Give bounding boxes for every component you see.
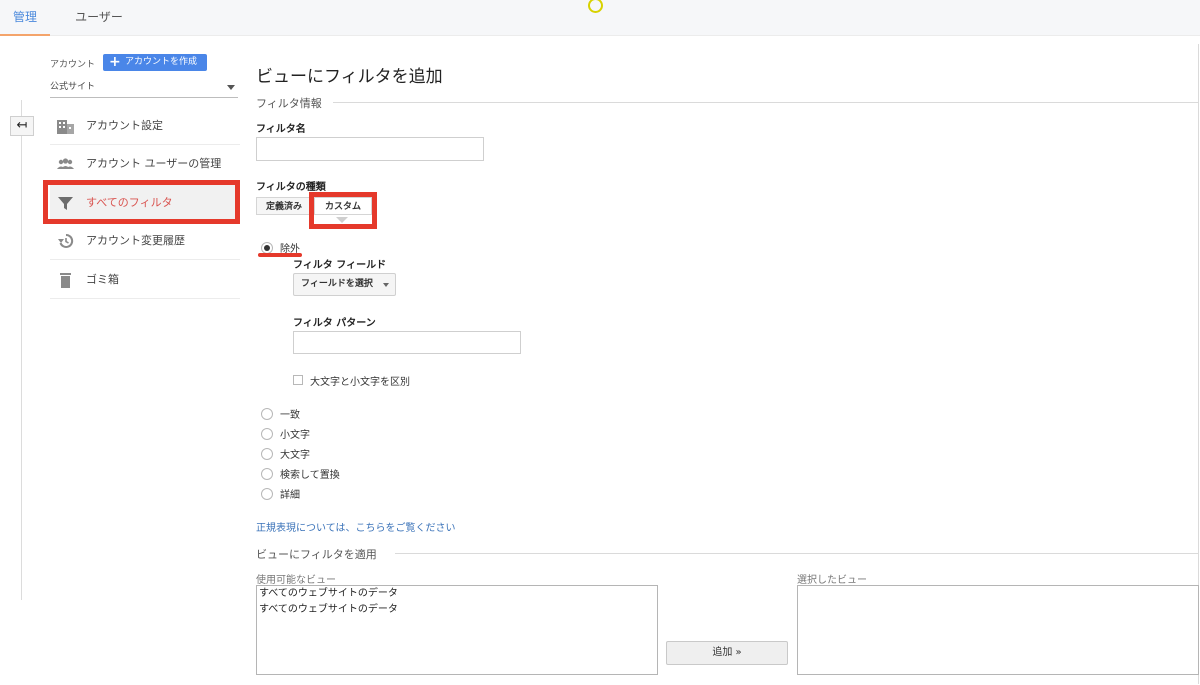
filter-pattern-label: フィルタ パターン: [293, 318, 376, 329]
back-arrow-icon[interactable]: ↤: [10, 116, 34, 136]
radio-label: 一致: [280, 410, 300, 421]
filter-field-select-value: フィールドを選択: [301, 279, 373, 289]
filter-field-label: フィルタ フィールド: [293, 260, 387, 271]
cursor-indicator: [588, 0, 603, 13]
regex-help-link[interactable]: 正規表現については、こちらをご覧ください: [256, 519, 456, 534]
section-filter-info: フィルタ情報: [256, 97, 322, 110]
selected-views-label: 選択したビュー: [797, 575, 867, 586]
account-label: アカウント: [50, 60, 96, 70]
filter-name-label: フィルタ名: [256, 124, 306, 135]
case-sensitive-checkbox[interactable]: [293, 375, 303, 385]
caret-down-icon: [227, 85, 235, 90]
radio-label: 小文字: [280, 430, 310, 441]
sidebar-item-label: ゴミ箱: [86, 273, 119, 286]
list-item[interactable]: すべてのウェブサイトのデータ: [257, 586, 657, 602]
highlight-all-filters: [43, 180, 240, 224]
sidebar-item-label: アカウント変更履歴: [86, 234, 185, 247]
section-divider: [395, 553, 1199, 554]
rail-divider: [21, 100, 22, 600]
add-view-button[interactable]: 追加 »: [666, 641, 788, 665]
trash-icon: [60, 273, 71, 288]
radio-label: 検索して置換: [280, 470, 340, 481]
users-icon: [57, 158, 74, 169]
case-sensitive-label: 大文字と小文字を区別: [310, 377, 410, 388]
radio-search-replace[interactable]: [261, 468, 273, 480]
create-account-label: アカウントを作成: [125, 57, 198, 67]
page-title: ビューにフィルタを追加: [256, 67, 443, 87]
filter-name-input[interactable]: [256, 137, 484, 161]
account-select[interactable]: 公式サイト: [50, 78, 238, 98]
section-divider: [333, 102, 1199, 103]
available-views-list[interactable]: すべてのウェブサイトのデータ すべてのウェブサイトのデータ: [256, 585, 658, 675]
radio-match[interactable]: [261, 408, 273, 420]
tab-predefined[interactable]: 定義済み: [256, 197, 312, 215]
tab-user[interactable]: ユーザー: [62, 0, 136, 36]
radio-lowercase[interactable]: [261, 428, 273, 440]
sidebar-item-trash[interactable]: ゴミ箱: [50, 261, 240, 299]
sidebar-item-label: アカウント ユーザーの管理: [86, 157, 222, 170]
sidebar-item-account-settings[interactable]: アカウント設定: [50, 107, 240, 145]
sidebar-item-account-users[interactable]: アカウント ユーザーの管理: [50, 145, 240, 183]
building-icon: [57, 120, 74, 134]
plus-icon: +: [109, 54, 121, 70]
filter-field-select[interactable]: フィールドを選択: [293, 273, 396, 296]
section-apply-views: ビューにフィルタを適用: [256, 548, 377, 561]
create-account-button[interactable]: + アカウントを作成: [103, 54, 207, 71]
radio-uppercase[interactable]: [261, 448, 273, 460]
radio-label: 大文字: [280, 450, 310, 461]
radio-advanced[interactable]: [261, 488, 273, 500]
tab-admin[interactable]: 管理: [0, 0, 50, 36]
highlight-custom-tab: [309, 192, 377, 229]
filter-type-label: フィルタの種類: [256, 182, 326, 193]
filter-pattern-input[interactable]: [293, 331, 521, 354]
available-views-label: 使用可能なビュー: [256, 575, 336, 586]
account-select-value: 公式サイト: [50, 82, 96, 92]
history-icon: [58, 233, 74, 248]
top-tab-bar: 管理 ユーザー: [0, 0, 1200, 36]
selected-views-list[interactable]: [797, 585, 1199, 675]
radio-label: 詳細: [280, 490, 300, 501]
list-item[interactable]: すべてのウェブサイトのデータ: [257, 602, 657, 618]
sidebar-item-change-history[interactable]: アカウント変更履歴: [50, 222, 240, 260]
caret-down-icon: [383, 283, 389, 287]
sidebar-item-label: アカウント設定: [86, 119, 163, 132]
